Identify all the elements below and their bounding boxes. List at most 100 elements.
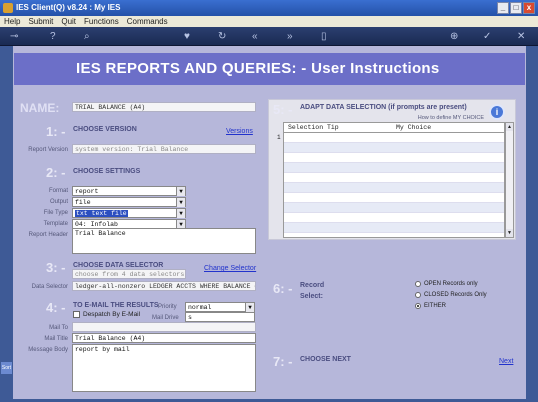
radio-either-label: EITHER bbox=[424, 303, 447, 309]
output-label: Output bbox=[49, 199, 68, 205]
radio-dot[interactable] bbox=[415, 292, 421, 298]
change-selector-link[interactable]: Change Selector bbox=[204, 265, 256, 272]
forward-icon[interactable]: » bbox=[287, 31, 293, 42]
message-body-label: Message Body bbox=[28, 347, 68, 353]
left-strip bbox=[0, 46, 13, 402]
add-icon[interactable]: ⊕ bbox=[450, 31, 458, 42]
close-window-button[interactable]: x bbox=[523, 2, 535, 14]
right-strip bbox=[526, 46, 538, 402]
checkbox-box[interactable] bbox=[73, 311, 80, 318]
report-header-field[interactable]: Trial Balance bbox=[72, 228, 256, 254]
versions-link[interactable]: Versions bbox=[226, 128, 253, 135]
data-selector-label: Data Selector bbox=[31, 284, 68, 290]
menu-commands[interactable]: Commands bbox=[127, 16, 168, 27]
priority-value: normal bbox=[188, 304, 212, 311]
selection-grid[interactable]: Selection Tip My Choice 1 bbox=[277, 122, 505, 238]
side-tab[interactable]: Sort bbox=[1, 362, 12, 374]
page-title: IES REPORTS AND QUERIES: - User Instruct… bbox=[14, 53, 525, 85]
chevron-down-icon: ▼ bbox=[176, 187, 185, 196]
section-3-title: CHOOSE DATA SELECTOR bbox=[73, 262, 164, 269]
refresh-icon[interactable]: ↻ bbox=[218, 31, 226, 42]
menu-quit[interactable]: Quit bbox=[61, 16, 76, 27]
section-2-number: 2: - bbox=[46, 165, 66, 180]
section-6-number: 6: - bbox=[273, 281, 293, 296]
section-5-title: ADAPT DATA SELECTION (if prompts are pre… bbox=[300, 104, 467, 111]
section-7-number: 7: - bbox=[273, 354, 293, 369]
name-label: NAME: bbox=[20, 101, 60, 115]
next-link[interactable]: Next bbox=[499, 358, 513, 365]
message-body-field[interactable]: report by mail bbox=[72, 344, 256, 392]
radio-open-records[interactable]: OPEN Records only bbox=[415, 281, 478, 287]
scroll-up-icon[interactable]: ▲ bbox=[506, 123, 513, 131]
radio-dot-selected[interactable] bbox=[415, 303, 421, 309]
window-title: IES Client(Q) v8.24 : My IES bbox=[16, 3, 121, 12]
window-title-bar: IES Client(Q) v8.24 : My IES _ □ x bbox=[0, 0, 538, 16]
chevron-down-icon: ▼ bbox=[176, 209, 185, 218]
table-row[interactable] bbox=[284, 193, 504, 203]
output-select[interactable]: file ▼ bbox=[72, 197, 186, 207]
section-4-title: TO E-MAIL THE RESULTS bbox=[73, 302, 159, 309]
format-select[interactable]: report ▼ bbox=[72, 186, 186, 196]
radio-closed-records[interactable]: CLOSED Records Only bbox=[415, 292, 487, 298]
table-row[interactable] bbox=[284, 203, 504, 213]
table-row[interactable] bbox=[284, 223, 504, 233]
despatch-label: Despatch By E-Mail bbox=[83, 311, 141, 318]
radio-either[interactable]: EITHER bbox=[415, 303, 446, 309]
col-my-choice: My Choice bbox=[396, 124, 432, 131]
priority-select[interactable]: normal ▼ bbox=[185, 302, 255, 312]
template-label: Template bbox=[43, 221, 68, 227]
menu-submit[interactable]: Submit bbox=[28, 16, 53, 27]
help-icon[interactable]: ? bbox=[50, 31, 56, 42]
table-row[interactable] bbox=[284, 213, 504, 223]
grid-header: Selection Tip My Choice bbox=[284, 123, 504, 133]
minimize-button[interactable]: _ bbox=[497, 2, 509, 14]
mail-to-field[interactable] bbox=[72, 322, 256, 332]
menu-functions[interactable]: Functions bbox=[84, 16, 119, 27]
search-icon[interactable]: ⌕ bbox=[84, 31, 90, 42]
mail-drive-field[interactable]: s bbox=[185, 312, 255, 322]
heart-icon[interactable]: ♥ bbox=[184, 31, 190, 42]
report-version-field[interactable]: system version: Trial Balance bbox=[72, 144, 256, 154]
chevron-down-icon: ▼ bbox=[176, 198, 185, 207]
mail-title-field[interactable]: Trial Balance (A4) bbox=[72, 333, 256, 343]
output-value: file bbox=[75, 199, 91, 206]
maximize-button[interactable]: □ bbox=[510, 2, 522, 14]
table-row[interactable]: 1 bbox=[277, 133, 504, 143]
despatch-by-email-checkbox[interactable]: Despatch By E-Mail bbox=[73, 311, 140, 318]
section-4-number: 4: - bbox=[46, 300, 66, 315]
name-field[interactable]: TRIAL BALANCE (A4) bbox=[72, 102, 256, 112]
chevron-down-icon: ▼ bbox=[245, 303, 254, 312]
section-2-title: CHOOSE SETTINGS bbox=[73, 168, 141, 175]
grid-scrollbar[interactable]: ▲ ▼ bbox=[505, 122, 514, 238]
data-selector-field[interactable]: ledger-all-nonzero LEDGER ACCTS WHERE BA… bbox=[72, 281, 256, 291]
section-7-title: CHOOSE NEXT bbox=[300, 356, 351, 363]
section-3-number: 3: - bbox=[46, 260, 66, 275]
table-row[interactable] bbox=[284, 183, 504, 193]
col-selection-tip: Selection Tip bbox=[288, 124, 339, 131]
close-icon[interactable]: ✕ bbox=[517, 31, 525, 42]
table-row[interactable] bbox=[284, 163, 504, 173]
file-type-value: txt text file bbox=[75, 210, 128, 217]
rewind-icon[interactable]: « bbox=[252, 31, 258, 42]
report-header-label: Report Header bbox=[28, 232, 68, 238]
table-row[interactable] bbox=[284, 143, 504, 153]
table-row[interactable] bbox=[284, 153, 504, 163]
key-icon[interactable]: ⊸ bbox=[10, 31, 18, 42]
bookmark-icon[interactable]: ▯ bbox=[321, 31, 327, 42]
table-row[interactable] bbox=[284, 173, 504, 183]
toolbar: ⊸ ? ⌕ ♥ ↻ « » ▯ ⊕ ✓ ✕ bbox=[0, 27, 538, 46]
file-type-select[interactable]: txt text file ▼ bbox=[72, 208, 186, 218]
scroll-down-icon[interactable]: ▼ bbox=[506, 229, 513, 237]
check-icon[interactable]: ✓ bbox=[483, 31, 491, 42]
section-1-number: 1: - bbox=[46, 124, 66, 139]
menu-help[interactable]: Help bbox=[4, 16, 20, 27]
record-select-title-2: Select: bbox=[300, 293, 323, 300]
row-number: 1 bbox=[277, 134, 281, 141]
format-value: report bbox=[75, 188, 99, 195]
radio-dot[interactable] bbox=[415, 281, 421, 287]
section-1-title: CHOOSE VERSION bbox=[73, 126, 137, 133]
help-button[interactable]: i bbox=[489, 104, 505, 120]
my-choice-help-text: How to define MY CHOICE bbox=[417, 115, 484, 121]
format-label: Format bbox=[48, 188, 68, 194]
record-select-title-1: Record bbox=[300, 282, 325, 289]
